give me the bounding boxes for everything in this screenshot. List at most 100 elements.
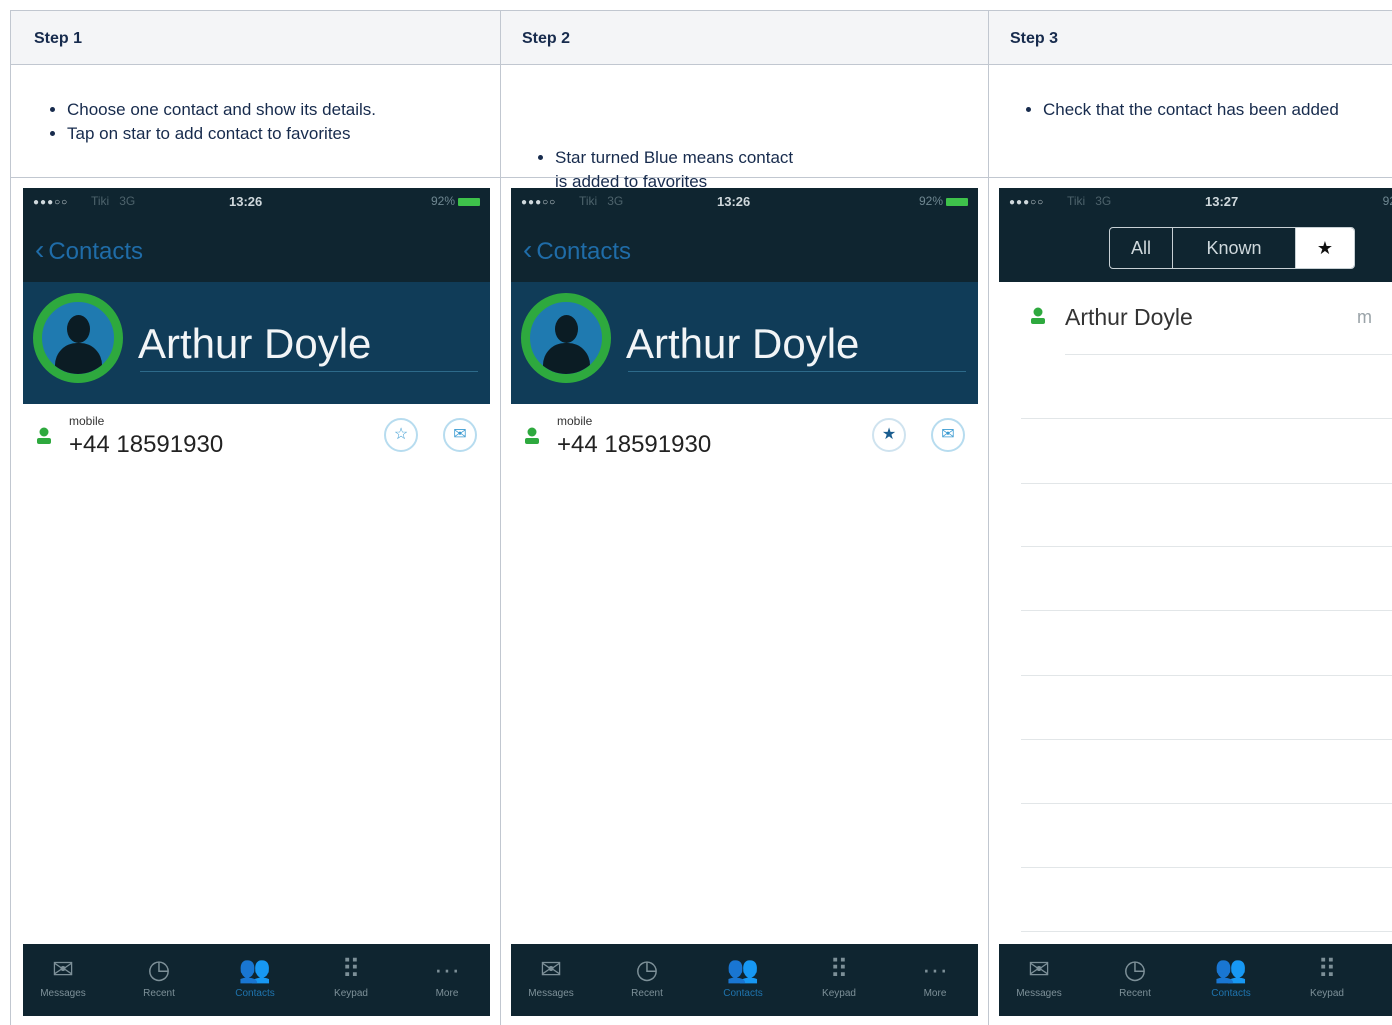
person-icon — [37, 427, 51, 444]
clock-icon: ◷ — [147, 954, 171, 984]
message-button[interactable]: ✉ — [443, 418, 477, 452]
phone-number-row[interactable]: mobile +44 18591930 ★ ✉ — [511, 404, 978, 474]
favorite-list-item[interactable]: Arthur Doyle m — [999, 282, 1392, 352]
favorite-star-button[interactable]: ★ — [872, 418, 906, 452]
battery-status: 92% — [919, 194, 968, 208]
favorite-star-button[interactable]: ☆ — [384, 418, 418, 452]
back-button[interactable]: ‹ Contacts — [523, 234, 631, 266]
list-separator — [1021, 739, 1392, 740]
contacts-icon: 👥 — [726, 954, 760, 984]
tab-recent[interactable]: ◷ Recent — [607, 950, 687, 999]
tab-contacts[interactable]: 👥 Contacts — [1191, 950, 1271, 999]
clock-icon: ◷ — [635, 954, 659, 984]
envelope-icon: ✉ — [453, 426, 467, 443]
tab-label: Contacts — [235, 988, 275, 999]
segment-all[interactable]: All — [1110, 228, 1173, 268]
carrier-label: Tiki 3G — [579, 194, 624, 208]
tab-messages[interactable]: ✉ Messages — [999, 950, 1079, 999]
phone-number: +44 18591930 — [557, 431, 712, 458]
keypad-icon: ⠿ — [1317, 954, 1337, 984]
step-1-bullet: Choose one contact and show its details. — [67, 98, 484, 122]
signal-icon: ●●●○○ — [1009, 197, 1045, 208]
steps-table: Step 1 Step 2 Step 3 Choose one contact … — [10, 10, 1392, 1025]
tab-label: Keypad — [1310, 988, 1344, 999]
status-time: 13:27 — [1205, 194, 1239, 209]
back-button[interactable]: ‹ Contacts — [35, 234, 143, 266]
signal-icon: ●●●○○ — [521, 197, 557, 208]
nav-bar: ‹ Contacts — [23, 218, 490, 282]
tab-keypad[interactable]: ⠿ Keypad — [799, 950, 879, 999]
filter-segmented-control: All Known ★ — [1109, 227, 1355, 269]
envelope-icon: ✉ — [540, 954, 562, 984]
step-1-screenshot: ●●●○○ Tiki 3G 13:26 92% ‹ Contacts Arthur… — [23, 188, 490, 1016]
step-1-bullet: Tap on star to add contact to favorites — [67, 122, 484, 146]
step-1-instructions: Choose one contact and show its details.… — [34, 98, 484, 146]
tab-recent[interactable]: ◷ Recent — [119, 950, 199, 999]
tab-keypad[interactable]: ⠿ Keypad — [1287, 950, 1367, 999]
step-1-header: Step 1 — [34, 30, 83, 47]
tab-bar: ✉ Messages ◷ Recent 👥 Contacts ⠿ Keypad ··· M… — [511, 944, 978, 1016]
status-time: 13:26 — [717, 194, 751, 209]
tab-more[interactable]: ··· More — [895, 950, 975, 999]
list-separator — [1021, 546, 1392, 547]
contacts-icon: 👥 — [1214, 954, 1248, 984]
segment-known[interactable]: Known — [1173, 228, 1296, 268]
tab-contacts[interactable]: 👥 Contacts — [215, 950, 295, 999]
star-outline-icon: ☆ — [393, 426, 409, 443]
tab-messages[interactable]: ✉ Messages — [511, 950, 591, 999]
step-3-screenshot: ●●●○○ Tiki 3G 13:27 92 All Known ★ Arthu… — [999, 188, 1392, 1016]
person-icon — [1031, 307, 1045, 324]
more-icon: ··· — [434, 954, 460, 984]
status-time: 13:26 — [229, 194, 263, 209]
tab-label: Recent — [143, 988, 175, 999]
tab-label: Contacts — [723, 988, 763, 999]
battery-status: 92 — [1382, 194, 1392, 208]
favorite-contact-name: Arthur Doyle — [1065, 304, 1193, 330]
list-separator — [1021, 931, 1392, 932]
tab-label: Messages — [1016, 988, 1062, 999]
tab-contacts[interactable]: 👥 Contacts — [703, 950, 783, 999]
table-border-top — [10, 10, 1392, 11]
status-bar: ●●●○○ Tiki 3G 13:27 92 All Known ★ — [999, 188, 1392, 282]
step-3-instructions: Check that the contact has been added — [1010, 98, 1392, 122]
tab-more[interactable]: ··· More — [407, 950, 487, 999]
table-border-left — [10, 10, 11, 1025]
list-separator — [1021, 418, 1392, 419]
avatar — [521, 293, 611, 383]
person-icon — [525, 427, 539, 444]
avatar — [33, 293, 123, 383]
phone-label: mobile — [557, 414, 593, 428]
tab-label: Messages — [528, 988, 574, 999]
list-separator — [1021, 675, 1392, 676]
tab-label: More — [435, 988, 459, 999]
contact-name: Arthur Doyle — [138, 320, 372, 367]
phone-label: mobile — [69, 414, 105, 428]
status-bar: ●●●○○ Tiki 3G 13:26 92% — [511, 188, 978, 218]
star-filled-icon: ★ — [881, 426, 897, 443]
contact-header: Arthur Doyle — [23, 282, 490, 404]
phone-number-row[interactable]: mobile +44 18591930 ☆ ✉ — [23, 404, 490, 474]
signal-icon: ●●●○○ — [33, 197, 69, 208]
name-underline — [140, 371, 478, 372]
step-2-bullet: Star turned Blue means contact is added … — [555, 146, 972, 194]
contact-header: Arthur Doyle — [511, 282, 978, 404]
keypad-icon: ⠿ — [341, 954, 361, 984]
carrier-label: Tiki 3G — [1067, 194, 1112, 208]
message-button[interactable]: ✉ — [931, 418, 965, 452]
clock-icon: ◷ — [1123, 954, 1147, 984]
list-separator — [1021, 867, 1392, 868]
tab-messages[interactable]: ✉ Messages — [23, 950, 103, 999]
segment-favorites[interactable]: ★ — [1296, 228, 1354, 268]
contacts-icon: 👥 — [238, 954, 272, 984]
table-border-col1 — [500, 10, 501, 1025]
tab-label: Keypad — [334, 988, 368, 999]
step-2-screenshot: ●●●○○ Tiki 3G 13:26 92% ‹ Contacts Arthur… — [511, 188, 978, 1016]
tab-keypad[interactable]: ⠿ Keypad — [311, 950, 391, 999]
tab-label: Recent — [631, 988, 663, 999]
favorite-phone-type: m — [1357, 307, 1372, 327]
tab-recent[interactable]: ◷ Recent — [1095, 950, 1175, 999]
nav-bar: ‹ Contacts — [511, 218, 978, 282]
list-separator — [1021, 803, 1392, 804]
more-icon: ··· — [922, 954, 948, 984]
battery-icon — [946, 197, 968, 206]
